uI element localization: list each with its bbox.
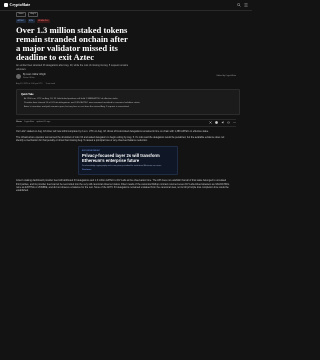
tag-list: AZTEC ETH BREAKING [16, 19, 236, 23]
quick-take-bullet: Provider data showed 10 of 24 Lido deleg… [24, 102, 235, 105]
author-avatar[interactable] [16, 74, 21, 80]
logo-mark-icon [4, 2, 8, 7]
article-headline: Over 1.3 million staked tokens remain st… [16, 24, 128, 63]
x-share-icon[interactable] [209, 121, 212, 124]
tag-aztec[interactable]: AZTEC [16, 19, 26, 23]
quick-take-title: Quick Take [21, 93, 34, 97]
share-label: Share [16, 121, 22, 124]
article-paragraph: The infrastructure operator announced th… [16, 135, 225, 143]
promo-card[interactable]: EXCLUSIVE INSIGHT Privacy-focused layer … [78, 146, 178, 176]
menu-icon[interactable] [244, 3, 248, 7]
breadcrumb: News Aug 8 [16, 11, 236, 18]
promo-body: Zero-knowledge cryptography and a new pr… [82, 164, 162, 167]
search-icon[interactable] [237, 3, 241, 7]
publish-date: Aug 13, 2025 at 1:00 pm UTC [16, 82, 43, 85]
share-via: CryptoSlate [23, 121, 35, 124]
link-share-icon[interactable] [227, 121, 230, 124]
more-options-icon[interactable] [233, 121, 236, 124]
article-main: News Aug 8 AZTEC ETH BREAKING Over 1.3 m… [16, 11, 240, 195]
tag-breaking[interactable]: BREAKING [36, 19, 50, 23]
share-bar: Share CryptoSlate updated 2h ago [16, 118, 236, 127]
top-navigation-bar: CryptoSlate [0, 0, 252, 11]
article-meta: Aug 13, 2025 at 1:00 pm UTC 3 min read [16, 83, 236, 86]
site-logo[interactable]: CryptoSlate [4, 2, 30, 7]
byline: By Liam 'Akiba' Wright Senior Writer Edi… [16, 74, 236, 80]
quick-take-box: Quick Take At 1200 a.m. UTC on Aug. 18, … [16, 89, 240, 115]
article-paragraph: Aztec's staking dashboard provider feed … [16, 179, 230, 193]
author-role: Senior Writer [23, 77, 35, 79]
breadcrumb-date[interactable]: Aug 8 [28, 11, 39, 18]
updated-label: updated 2h ago [36, 121, 51, 124]
brand-name: CryptoSlate [9, 2, 31, 8]
quick-take-bullet: Aztec's incentives and path remains open… [24, 106, 235, 109]
promo-link[interactable]: Read more [82, 169, 174, 172]
article-dek: An emitter fleet stranded 23 delegations… [16, 64, 129, 71]
article-paragraph: Our Lido" staked on Aug. 18 Aztec will n… [16, 129, 209, 133]
tag-eth[interactable]: ETH [27, 19, 35, 23]
edited-by: Edited by CryptoSlate [216, 75, 236, 78]
telegram-share-icon[interactable] [221, 121, 224, 124]
promo-title[interactable]: Privacy-focused layer 2s will transform … [82, 153, 174, 164]
breadcrumb-news[interactable]: News [16, 11, 27, 18]
quick-take-bullet: At 1200 a.m. UTC on Aug. 18, 33 Lido-lin… [24, 98, 235, 101]
read-time: 3 min read [45, 82, 56, 85]
facebook-share-icon[interactable] [215, 121, 218, 124]
